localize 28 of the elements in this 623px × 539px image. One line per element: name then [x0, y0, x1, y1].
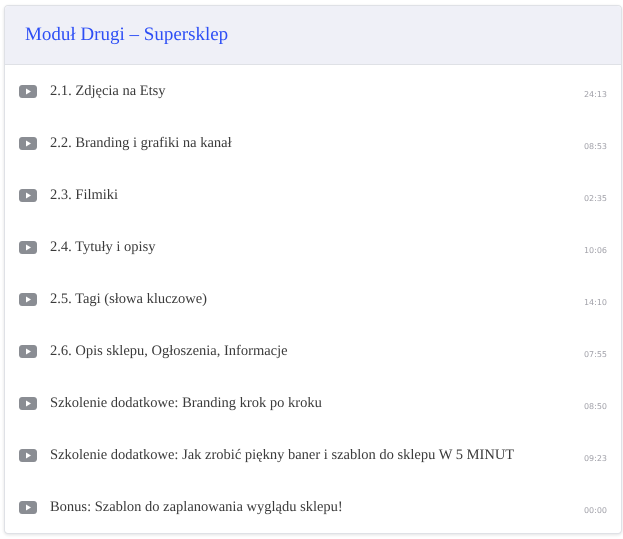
- play-icon[interactable]: [19, 188, 37, 202]
- play-icon[interactable]: [19, 448, 37, 462]
- lesson-duration: 07:55: [584, 348, 607, 358]
- lesson-title[interactable]: Szkolenie dodatkowe: Branding krok po kroku: [50, 394, 576, 412]
- lesson-title[interactable]: 2.1. Zdjęcia na Etsy: [50, 82, 576, 100]
- lesson-duration: 08:50: [584, 400, 607, 410]
- play-icon[interactable]: [19, 500, 37, 514]
- lesson-duration: 02:35: [584, 192, 607, 202]
- play-icon[interactable]: [19, 396, 37, 410]
- play-icon[interactable]: [19, 344, 37, 358]
- lesson-duration: 08:53: [584, 140, 607, 150]
- play-icon[interactable]: [19, 136, 37, 150]
- module-title[interactable]: Moduł Drugi – Supersklep: [25, 24, 228, 46]
- lesson-duration: 10:06: [584, 244, 607, 254]
- lesson-title[interactable]: 2.6. Opis sklepu, Ogłoszenia, Informacje: [50, 342, 576, 360]
- lesson-title[interactable]: Bonus: Szablon do zaplanowania wyglądu sklepu!: [50, 498, 576, 516]
- lesson-title[interactable]: 2.2. Branding i grafiki na kanał: [50, 134, 576, 152]
- lesson-title[interactable]: 2.3. Filmiki: [50, 186, 576, 204]
- play-icon[interactable]: [19, 292, 37, 306]
- play-icon[interactable]: [19, 84, 37, 98]
- lesson-duration: 24:13: [584, 88, 607, 98]
- lesson-title[interactable]: 2.5. Tagi (słowa kluczowe): [50, 290, 576, 308]
- play-icon[interactable]: [19, 240, 37, 254]
- lesson-duration: 09:23: [584, 452, 607, 462]
- lesson-title[interactable]: Szkolenie dodatkowe: Jak zrobić piękny baner i szablon do sklepu W 5 MINUT: [50, 446, 576, 464]
- lesson-duration: 00:00: [584, 504, 607, 514]
- lesson-title[interactable]: 2.4. Tytuły i opisy: [50, 238, 576, 256]
- lesson-duration: 14:10: [584, 296, 607, 306]
